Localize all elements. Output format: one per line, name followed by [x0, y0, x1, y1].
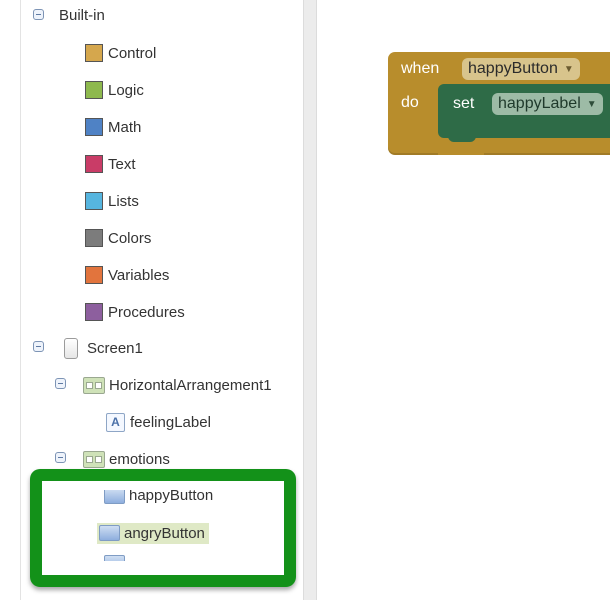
- lists-color-icon: [85, 192, 103, 210]
- tree-item-builtin[interactable]: Built-in: [59, 0, 105, 30]
- math-color-icon: [85, 118, 103, 136]
- emotions-collapse-toggle[interactable]: [55, 452, 66, 463]
- set-block-tab: [448, 134, 476, 142]
- component-dropdown[interactable]: happyButton ▼: [462, 58, 580, 80]
- builtin-label: Built-in: [59, 6, 105, 24]
- control-color-icon: [85, 44, 103, 62]
- do-keyword: do: [401, 94, 419, 111]
- drawer-label: Colors: [108, 229, 152, 247]
- component-dropdown-value: happyButton: [468, 60, 558, 77]
- feeling-label-text: feelingLabel: [130, 413, 211, 431]
- highlight-box: [30, 469, 296, 587]
- drawer-label: Logic: [108, 81, 144, 99]
- variables-color-icon: [85, 266, 103, 284]
- text-color-icon: [85, 155, 103, 173]
- chevron-down-icon: ▼: [563, 63, 574, 75]
- drawer-text[interactable]: Text: [85, 149, 136, 179]
- drawer-label: Text: [108, 155, 136, 173]
- procedures-color-icon: [85, 303, 103, 321]
- tree-item-screen1[interactable]: Screen1: [64, 333, 143, 363]
- target-component-dropdown[interactable]: happyLabel ▼: [492, 93, 603, 115]
- chevron-down-icon: ▼: [586, 98, 597, 110]
- horizontal-arrangement-icon: [83, 450, 105, 468]
- screen-label: Screen1: [87, 339, 143, 357]
- logic-color-icon: [85, 81, 103, 99]
- drawer-variables[interactable]: Variables: [85, 260, 169, 290]
- drawer-logic[interactable]: Logic: [85, 75, 144, 105]
- target-component-value: happyLabel: [498, 95, 581, 112]
- drawer-label: Lists: [108, 192, 139, 210]
- drawer-label: Procedures: [108, 303, 185, 321]
- drawer-lists[interactable]: Lists: [85, 186, 139, 216]
- drawer-procedures[interactable]: Procedures: [85, 297, 185, 327]
- drawer-control[interactable]: Control: [85, 38, 156, 68]
- drawer-math[interactable]: Math: [85, 112, 141, 142]
- emotions-label: emotions: [109, 450, 170, 468]
- arrangement-collapse-toggle[interactable]: [55, 378, 66, 389]
- builtin-collapse-toggle[interactable]: [33, 9, 44, 20]
- label-component-icon: A: [106, 412, 125, 432]
- screen-collapse-toggle[interactable]: [33, 341, 44, 352]
- set-keyword: set: [453, 95, 475, 112]
- tree-item-feeling-label[interactable]: A feelingLabel: [106, 407, 211, 437]
- panel-splitter[interactable]: [303, 0, 317, 600]
- screen-icon: [64, 337, 78, 359]
- drawer-label: Variables: [108, 266, 170, 284]
- horizontal-arrangement-icon: [83, 376, 105, 394]
- blocks-editor: Built-in Control Logic Math Text Lists C…: [0, 0, 610, 600]
- colors-color-icon: [85, 229, 103, 247]
- arrangement-label: HorizontalArrangement1: [109, 376, 272, 394]
- event-block-notch: [438, 143, 484, 155]
- drawer-label: Math: [108, 118, 142, 136]
- when-keyword: when: [401, 60, 440, 77]
- tree-item-horizontal-arrangement[interactable]: HorizontalArrangement1: [83, 370, 272, 400]
- drawer-label: Control: [108, 44, 157, 62]
- drawer-colors[interactable]: Colors: [85, 223, 151, 253]
